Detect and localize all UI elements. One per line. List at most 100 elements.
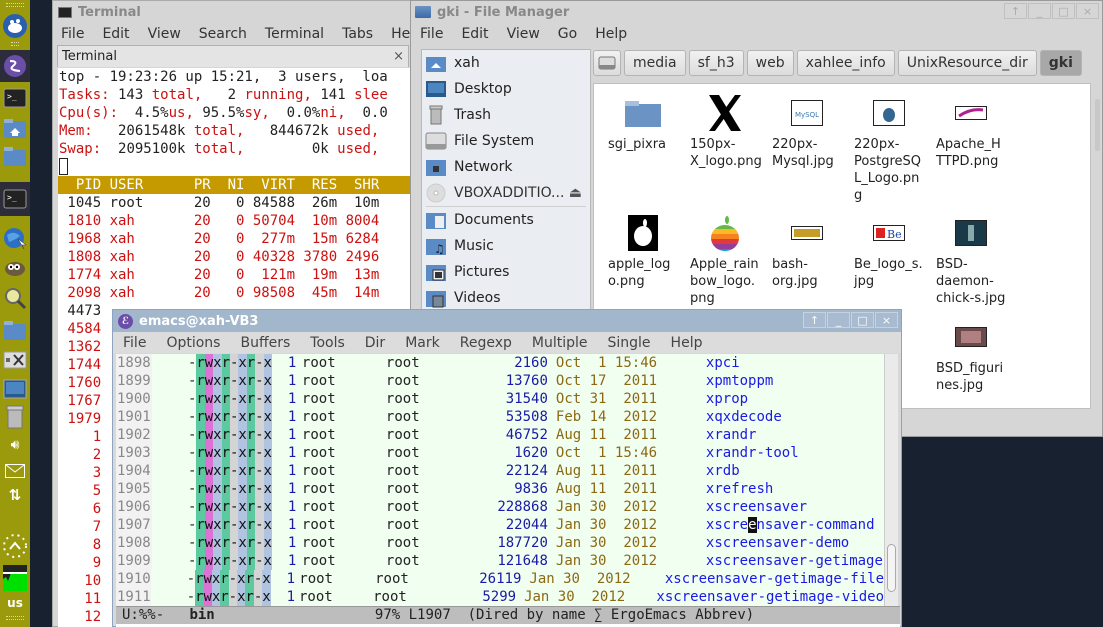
dired-row[interactable]: 1903- r w x r - x r - x 1 root root 1620 Oct 1 15:46 xr… [116, 444, 884, 462]
file-item[interactable]: Apple_rain bow_logo. png [684, 212, 766, 307]
folder-icon[interactable] [3, 144, 27, 168]
minimize-button[interactable]: _ [827, 312, 850, 328]
menu-multiple[interactable]: Multiple [522, 335, 598, 351]
network-icon[interactable]: ⇅ [3, 483, 27, 507]
menu-file[interactable]: File [53, 26, 93, 42]
emacs-icon[interactable] [3, 54, 27, 78]
maximize-button[interactable]: □ [1052, 3, 1075, 19]
eject-icon[interactable]: ⏏ [569, 185, 582, 201]
gimp-icon[interactable] [3, 256, 27, 280]
sidebar-item-desktop[interactable]: Desktop [422, 76, 590, 102]
filesystem-root-button[interactable] [593, 50, 621, 76]
file-item[interactable]: BSD_figuri nes.jpg [930, 316, 1012, 394]
file-name-link[interactable]: xpci [706, 354, 740, 372]
terminal-icon[interactable]: >_ [3, 187, 27, 211]
web-browser-icon[interactable] [3, 226, 27, 250]
path-button-sf-h3[interactable]: sf_h3 [688, 50, 744, 76]
dired-row[interactable]: 1910- r w x r - x r - x 1 root root 26119 Jan 30 2012 x… [116, 570, 884, 588]
file-grid-scrollbar[interactable] [1095, 99, 1100, 151]
file-item[interactable]: BSD- daemon- chick-s.jpg [930, 212, 1012, 307]
dired-row[interactable]: 1907- r w x r - x r - x 1 root root 22044 Jan 30 2012 x… [116, 516, 884, 534]
menu-help[interactable]: Help [586, 26, 636, 42]
path-button-web[interactable]: web [746, 50, 794, 76]
settings-icon[interactable] [3, 348, 27, 372]
tab-terminal[interactable]: Terminal × [57, 45, 409, 67]
volume-icon[interactable]: 🔊︎ [3, 433, 27, 457]
menu-file[interactable]: File [113, 335, 156, 351]
sidebar-item-music[interactable]: ♫ Music [422, 233, 590, 259]
menu-edit[interactable]: Edit [452, 26, 497, 42]
dired-row[interactable]: 1906- r w x r - x r - x 1 root root 228868 Jan 30 2012… [116, 498, 884, 516]
path-button-xahlee-info[interactable]: xahlee_info [796, 50, 895, 76]
dired-row[interactable]: 1899- r w x r - x r - x 1 root root 13760 Oct 17 2011 x… [116, 372, 884, 390]
menu-options[interactable]: Options [156, 335, 230, 351]
menu-help[interactable]: Help [661, 335, 713, 351]
home-folder-icon[interactable] [3, 116, 27, 140]
menu-dir[interactable]: Dir [355, 335, 395, 351]
menu-buffers[interactable]: Buffers [230, 335, 300, 351]
dired-row[interactable]: 1905- r w x r - x r - x 1 root root 9836 Aug 11 2011 xr… [116, 480, 884, 498]
file-name-link[interactable]: xrdb [706, 462, 740, 480]
dired-row[interactable]: 1904- r w x r - x r - x 1 root root 22124 Aug 11 2011 x… [116, 462, 884, 480]
file-item[interactable]: Apache_H TTPD.png [930, 92, 1012, 170]
dired-row[interactable]: 1898- r w x r - x r - x 1 root root 2160 Oct 1 15:46 xp… [116, 354, 884, 372]
sidebar-item-vboxadditio-[interactable]: VBOXADDITIO... ⏏ [422, 180, 590, 206]
minimize-button[interactable]: _ [1028, 3, 1051, 19]
panel-grip[interactable] [6, 3, 24, 7]
sidebar-item-network[interactable]: Network [422, 154, 590, 180]
menu-terminal[interactable]: Terminal [256, 26, 333, 42]
trash-icon[interactable] [3, 405, 27, 429]
maximize-button[interactable]: □ [851, 312, 874, 328]
sidebar-item-videos[interactable]: Videos [422, 285, 590, 310]
file-name-link[interactable]: xscreensaver [706, 498, 807, 516]
file-name-link[interactable]: xscreensaver-command [706, 516, 875, 534]
dired-row[interactable]: 1911- r w x r - x r - x 1 root root 5299 Jan 30 2012 xs… [116, 588, 884, 606]
folder-icon[interactable] [3, 318, 27, 342]
path-button-unixresource-dir[interactable]: UnixResource_dir [897, 50, 1037, 76]
file-item[interactable]: sgi_pixra [602, 92, 684, 153]
emacs-titlebar[interactable]: ℰ emacs@xah-VB3 [113, 310, 901, 332]
menu-regexp[interactable]: Regexp [450, 335, 522, 351]
path-button-media[interactable]: media [624, 50, 686, 76]
clock-icon[interactable] [2, 533, 28, 559]
file-item[interactable]: 150px- X_logo.png [684, 92, 766, 170]
scrollbar-thumb[interactable] [887, 544, 896, 592]
dired-row[interactable]: 1908- r w x r - x r - x 1 root root 187720 Jan 30 2012… [116, 534, 884, 552]
buffer-scrollbar[interactable] [884, 354, 898, 606]
sidebar-item-pictures[interactable]: Pictures [422, 259, 590, 285]
menu-mark[interactable]: Mark [395, 335, 450, 351]
dired-row[interactable]: 1901- r w x r - x r - x 1 root root 53508 Feb 14 2012 x… [116, 408, 884, 426]
desktop-icon[interactable] [3, 377, 27, 401]
file-name-link[interactable]: xrandr-tool [706, 444, 799, 462]
menu-go[interactable]: Go [549, 26, 586, 42]
sidebar-item-trash[interactable]: Trash [422, 102, 590, 128]
file-item[interactable]: MySQL 220px- Mysql.jpg [766, 92, 848, 170]
menu-tools[interactable]: Tools [300, 335, 355, 351]
menu-search[interactable]: Search [190, 26, 256, 42]
xfce-logo-icon[interactable] [2, 13, 28, 39]
terminal-icon[interactable]: >_ [3, 86, 27, 110]
file-name-link[interactable]: xscreensaver-demo [706, 534, 849, 552]
raise-button[interactable]: ↑ [803, 312, 826, 328]
menu-view[interactable]: View [139, 26, 190, 42]
dired-row[interactable]: 1902- r w x r - x r - x 1 root root 46752 Aug 11 2011 x… [116, 426, 884, 444]
file-name-link[interactable]: xscreensaver-getimage-file [665, 570, 884, 588]
file-name-link[interactable]: xscreensaver-getimage-video [656, 588, 884, 606]
file-name-link[interactable]: xqxdecode [706, 408, 782, 426]
dired-row[interactable]: 1900- r w x r - x r - x 1 root root 31540 Oct 31 2011 x… [116, 390, 884, 408]
file-item[interactable]: apple_log o.png [602, 212, 684, 290]
menu-file[interactable]: File [411, 26, 452, 42]
panel-grip[interactable] [6, 616, 24, 620]
file-item[interactable]: bash- org.jpg [766, 212, 848, 290]
menu-single[interactable]: Single [598, 335, 661, 351]
sidebar-item-documents[interactable]: Documents [422, 207, 590, 233]
close-button[interactable]: × [875, 312, 898, 328]
file-name-link[interactable]: xrandr [706, 426, 757, 444]
panel-grip[interactable] [11, 42, 19, 46]
raise-button[interactable]: ↑ [1004, 3, 1027, 19]
close-button[interactable]: × [1076, 3, 1099, 19]
file-item[interactable]: Be Be_logo_s. jpg [848, 212, 930, 290]
file-manager-titlebar[interactable]: gki - File Manager [411, 1, 1102, 23]
dired-row[interactable]: 1909- r w x r - x r - x 1 root root 121648 Jan 30 2012… [116, 552, 884, 570]
terminal-titlebar[interactable]: Terminal [53, 1, 413, 23]
